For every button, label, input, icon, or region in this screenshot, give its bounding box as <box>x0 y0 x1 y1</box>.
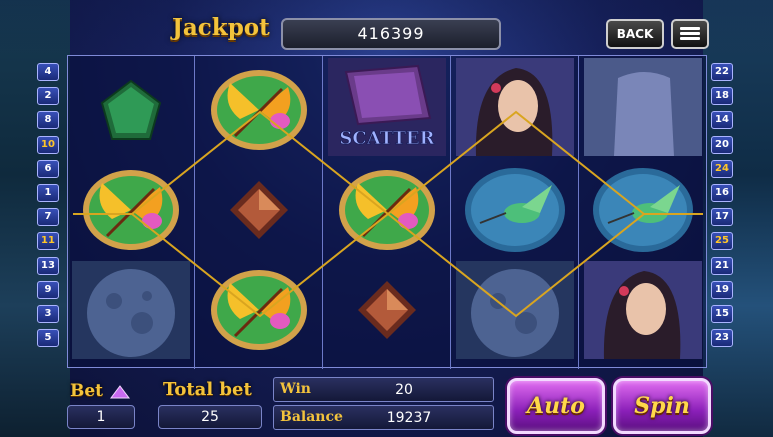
payline-number-14: 14 <box>711 111 733 130</box>
payline-number-3: 3 <box>37 305 59 323</box>
bet-label: Bet <box>70 381 104 401</box>
forest-background-left <box>0 0 70 437</box>
balance-value: 19237 <box>386 410 432 426</box>
balance-field: Balance 19237 <box>273 405 494 430</box>
game-screen: Jackpot 416399 BACK 4 2 8 10 6 1 7 11 13 9 3 5 22 18… <box>0 0 773 437</box>
payline-number-10: 10 <box>37 135 59 154</box>
payline-number-7: 7 <box>37 208 59 227</box>
auto-button[interactable]: Auto <box>507 378 605 434</box>
payline-number-24: 24 <box>711 159 733 178</box>
bet-up-arrow-icon[interactable] <box>110 385 130 399</box>
payline-number-2: 2 <box>37 87 59 106</box>
menu-button[interactable] <box>671 19 709 49</box>
jackpot-label: Jackpot <box>172 14 270 41</box>
bet-value: 1 <box>67 405 135 429</box>
win-field: Win 20 <box>273 377 494 402</box>
back-button[interactable]: BACK <box>606 19 664 49</box>
payline-number-17: 17 <box>711 208 733 227</box>
payline-number-5: 5 <box>37 329 59 348</box>
menu-icon <box>680 27 700 30</box>
win-value: 20 <box>395 382 413 398</box>
payline-number-16: 16 <box>711 184 733 202</box>
payline-number-13: 13 <box>37 256 59 275</box>
payline-number-15: 15 <box>711 305 733 323</box>
win-label: Win <box>280 381 311 397</box>
payline-number-19: 19 <box>711 280 733 299</box>
payline-number-1: 1 <box>37 184 59 202</box>
balance-label: Balance <box>280 409 343 425</box>
payline-number-20: 20 <box>711 135 733 154</box>
menu-icon-bar <box>680 37 700 40</box>
payline-number-23: 23 <box>711 329 733 348</box>
payline-number-22: 22 <box>711 63 733 81</box>
payline-win-1 <box>73 110 703 216</box>
winning-paylines <box>73 110 703 318</box>
reel-area: SCATTER <box>67 55 707 369</box>
payline-number-9: 9 <box>37 280 59 299</box>
menu-icon-bar <box>680 32 700 35</box>
payline-number-21: 21 <box>711 256 733 275</box>
spin-button[interactable]: Spin <box>613 378 711 434</box>
payline-number-18: 18 <box>711 87 733 106</box>
payline-number-4: 4 <box>37 63 59 81</box>
total-bet-value: 25 <box>158 405 262 429</box>
payline-number-25: 25 <box>711 232 733 251</box>
jackpot-value: 416399 <box>281 18 501 50</box>
payline-number-11: 11 <box>37 232 59 251</box>
payline-win-2 <box>131 212 645 318</box>
total-bet-label: Total bet <box>163 379 252 400</box>
payline-number-8: 8 <box>37 111 59 130</box>
payline-number-6: 6 <box>37 159 59 178</box>
